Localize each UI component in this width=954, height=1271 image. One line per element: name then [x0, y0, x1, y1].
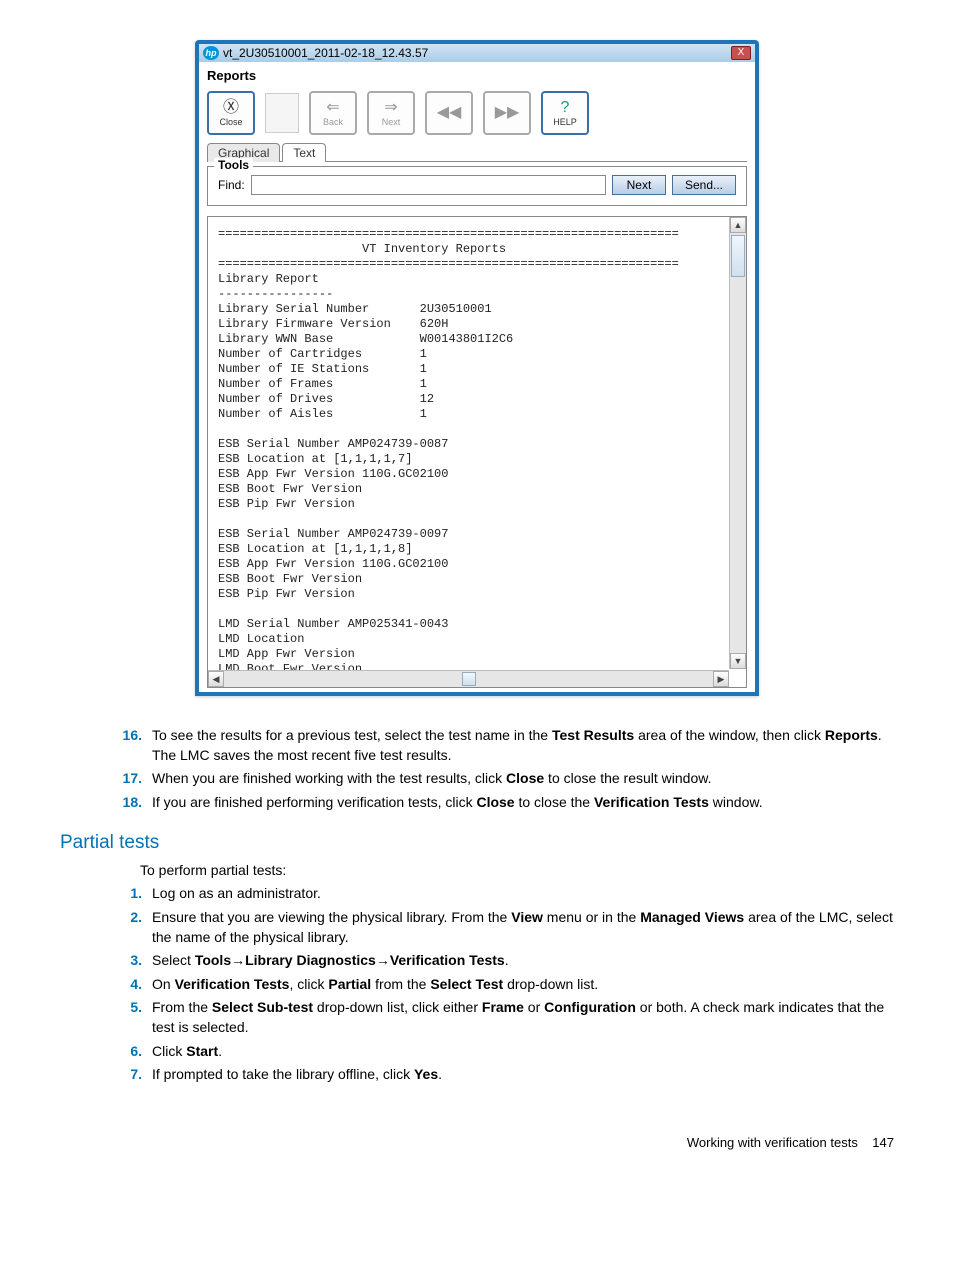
forward-icon: ▶▶: [495, 105, 520, 121]
step-text: Log on as an administrator.: [152, 884, 894, 904]
instruction-step: 17.When you are finished working with th…: [120, 769, 894, 789]
window-title: vt_2U30510001_2011-02-18_12.43.57: [223, 46, 428, 60]
step-text: Select Tools→Library Diagnostics→Verific…: [152, 951, 894, 971]
instruction-step: 7.If prompted to take the library offlin…: [120, 1065, 894, 1085]
step-number: 6.: [120, 1042, 152, 1062]
footer-text: Working with verification tests: [687, 1135, 858, 1150]
step-text: If prompted to take the library offline,…: [152, 1065, 894, 1085]
next-button[interactable]: ⇒ Next: [367, 91, 415, 135]
page-footer: Working with verification tests 147: [60, 1135, 894, 1150]
tools-panel: Tools Find: Next Send...: [207, 166, 747, 206]
find-input[interactable]: [251, 175, 606, 195]
window-close-button[interactable]: X: [731, 46, 751, 60]
close-button[interactable]: Ⓧ Close: [207, 91, 255, 135]
scroll-down-icon[interactable]: ▼: [730, 653, 746, 669]
scroll-left-icon[interactable]: ◀: [208, 671, 224, 687]
find-next-button[interactable]: Next: [612, 175, 666, 195]
find-label: Find:: [218, 178, 245, 192]
instruction-step: 16.To see the results for a previous tes…: [120, 726, 894, 765]
instruction-steps-primary: 16.To see the results for a previous tes…: [120, 726, 894, 812]
reports-section-label: Reports: [207, 68, 747, 83]
next-label: Next: [382, 117, 401, 127]
step-text: On Verification Tests, click Partial fro…: [152, 975, 894, 995]
help-button[interactable]: ? HELP: [541, 91, 589, 135]
vscroll-thumb[interactable]: [731, 235, 745, 277]
step-number: 7.: [120, 1065, 152, 1085]
step-number: 16.: [120, 726, 152, 765]
partial-tests-intro: To perform partial tests:: [140, 862, 894, 878]
instruction-step: 4.On Verification Tests, click Partial f…: [120, 975, 894, 995]
scroll-up-icon[interactable]: ▲: [730, 217, 746, 233]
close-icon: Ⓧ: [223, 100, 239, 116]
reports-window: hp vt_2U30510001_2011-02-18_12.43.57 X R…: [195, 40, 759, 696]
instruction-step: 2.Ensure that you are viewing the physic…: [120, 908, 894, 947]
hp-logo-icon: hp: [203, 46, 219, 60]
step-number: 4.: [120, 975, 152, 995]
report-area: ========================================…: [207, 216, 747, 688]
close-label: Close: [219, 117, 242, 127]
window-titlebar: hp vt_2U30510001_2011-02-18_12.43.57 X: [199, 44, 755, 62]
instruction-step: 18.If you are finished performing verifi…: [120, 793, 894, 813]
step-number: 5.: [120, 998, 152, 1037]
tab-text[interactable]: Text: [282, 143, 326, 162]
toolbar: Ⓧ Close ⇐ Back ⇒ Next ◀◀ ▶▶ ? HELP: [207, 87, 747, 141]
step-text: To see the results for a previous test, …: [152, 726, 894, 765]
back-label: Back: [323, 117, 343, 127]
step-text: From the Select Sub-test drop-down list,…: [152, 998, 894, 1037]
report-text: ========================================…: [218, 227, 730, 677]
step-text: Click Start.: [152, 1042, 894, 1062]
instruction-step: 5.From the Select Sub-test drop-down lis…: [120, 998, 894, 1037]
step-text: If you are finished performing verificat…: [152, 793, 894, 813]
page-number: 147: [872, 1135, 894, 1150]
help-icon: ?: [561, 100, 570, 116]
step-number: 2.: [120, 908, 152, 947]
scroll-right-icon[interactable]: ▶: [713, 671, 729, 687]
send-button[interactable]: Send...: [672, 175, 736, 195]
step-number: 1.: [120, 884, 152, 904]
next-icon: ⇒: [384, 100, 397, 116]
step-number: 17.: [120, 769, 152, 789]
hscroll-thumb[interactable]: [462, 672, 476, 686]
step-number: 3.: [120, 951, 152, 971]
vertical-scrollbar[interactable]: ▲ ▼: [729, 217, 746, 669]
partial-tests-heading: Partial tests: [60, 832, 894, 854]
help-label: HELP: [553, 117, 577, 127]
back-button[interactable]: ⇐ Back: [309, 91, 357, 135]
instruction-step: 6.Click Start.: [120, 1042, 894, 1062]
step-number: 18.: [120, 793, 152, 813]
step-text: Ensure that you are viewing the physical…: [152, 908, 894, 947]
instruction-step: 1.Log on as an administrator.: [120, 884, 894, 904]
instruction-steps-partial: 1.Log on as an administrator.2.Ensure th…: [120, 884, 894, 1084]
back-icon: ⇐: [326, 100, 339, 116]
view-tabs: Graphical Text: [207, 143, 747, 162]
page-thumbnail-icon: [265, 93, 299, 133]
step-text: When you are finished working with the t…: [152, 769, 894, 789]
rewind-button[interactable]: ◀◀: [425, 91, 473, 135]
forward-button[interactable]: ▶▶: [483, 91, 531, 135]
horizontal-scrollbar[interactable]: ◀ ▶: [208, 670, 729, 687]
instruction-step: 3.Select Tools→Library Diagnostics→Verif…: [120, 951, 894, 971]
rewind-icon: ◀◀: [437, 105, 462, 121]
tools-legend: Tools: [214, 158, 253, 172]
